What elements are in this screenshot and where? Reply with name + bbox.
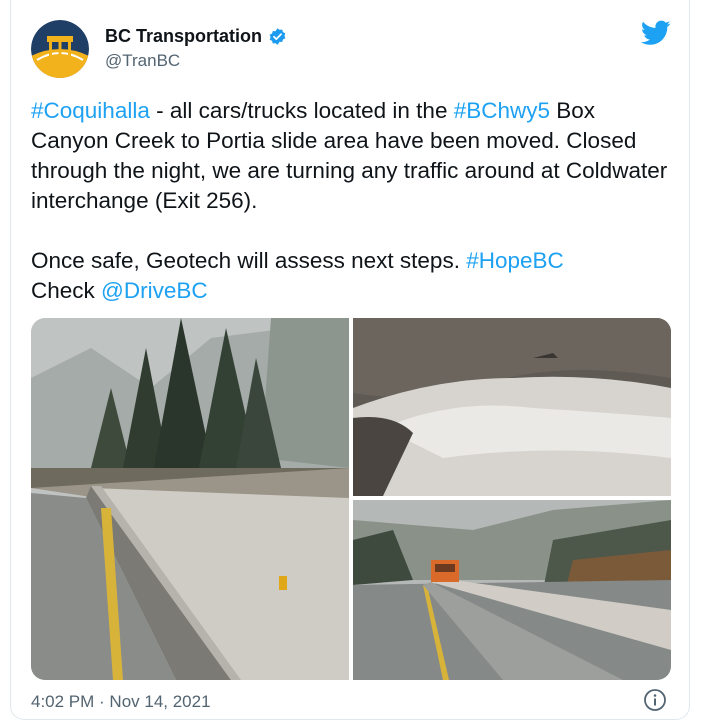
author-name-row[interactable]: BC Transportation (105, 26, 287, 47)
tweet-text-segment: - all cars/trucks located in the (149, 98, 454, 123)
verified-badge-icon (268, 27, 287, 46)
tweet-card: BC Transportation @TranBC #Coquihalla - … (10, 0, 690, 720)
tranbc-logo (31, 20, 89, 78)
avatar[interactable] (31, 20, 89, 78)
author-handle[interactable]: @TranBC (105, 51, 180, 71)
hashtag-hopebc[interactable]: #HopeBC (466, 248, 564, 273)
tweet-text: #Coquihalla - all cars/trucks located in… (31, 96, 671, 306)
tweet-text-segment: Once safe, Geotech will assess next step… (31, 248, 467, 273)
hashtag-bchwy5[interactable]: #BChwy5 (454, 98, 550, 123)
photo-truck-highway[interactable] (353, 500, 671, 680)
tweet-timestamp[interactable]: 4:02 PM · Nov 14, 2021 (31, 692, 211, 712)
hashtag-coquihalla[interactable]: #Coquihalla (31, 98, 150, 123)
photo-highway-barrier[interactable] (31, 318, 349, 680)
mention-drivebc[interactable]: @DriveBC (101, 278, 208, 303)
tweet-text-segment: Check (31, 278, 102, 303)
photo-slide-debris[interactable] (353, 318, 671, 496)
tweet-paragraph-2: Once safe, Geotech will assess next step… (31, 246, 671, 306)
twitter-bird-icon[interactable] (640, 20, 671, 46)
author-name[interactable]: BC Transportation (105, 26, 262, 47)
tweet-paragraph-1: #Coquihalla - all cars/trucks located in… (31, 96, 671, 216)
info-icon[interactable] (643, 688, 667, 712)
media-grid (31, 318, 671, 680)
